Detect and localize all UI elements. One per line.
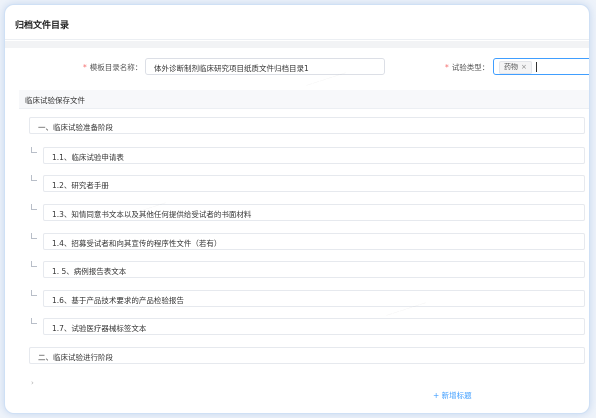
item-label: 1.6、基于产品技术要求的产品检验报告 <box>52 296 184 305</box>
divider-strip <box>5 41 589 48</box>
list-item[interactable]: 1.6、基于产品技术要求的产品检验报告 <box>43 290 585 307</box>
list-item[interactable]: 1.2、研究者手册 <box>43 175 585 192</box>
tree-connector-icon <box>31 175 37 181</box>
tree-connector-icon <box>31 233 37 239</box>
stage-label: 二、临床试验进行阶段 <box>38 353 113 362</box>
text-caret <box>536 62 537 72</box>
tree-connector-icon <box>31 261 37 267</box>
required-asterisk: * <box>83 63 87 72</box>
page-title: 归档文件目录 <box>15 21 70 31</box>
close-icon[interactable]: × <box>521 63 527 71</box>
item-label: 1.2、研究者手册 <box>52 181 109 190</box>
test-type-select[interactable]: 药物 × <box>493 58 589 75</box>
item-label: 1.4、招募受试者和向其宣传的程序性文件（若有） <box>52 239 222 248</box>
tree-connector-icon <box>31 147 37 153</box>
list-item[interactable]: 1.7、试验医疗器械标签文本 <box>43 318 585 335</box>
template-name-label: * 模板目录名称： <box>83 63 143 72</box>
add-title-link[interactable]: + 新增标题 <box>433 390 472 401</box>
stage-row-1[interactable]: 一、临床试验准备阶段 <box>29 117 585 134</box>
title-bar: 归档文件目录 <box>5 5 589 40</box>
list-item[interactable]: 1. 5、病例报告表文本 <box>43 261 585 278</box>
item-label: 1.3、知情同意书文本以及其他任何提供给受试者的书面材料 <box>52 210 252 219</box>
list-item[interactable]: 1.4、招募受试者和向其宣传的程序性文件（若有） <box>43 233 585 250</box>
item-label: 1. 5、病例报告表文本 <box>52 267 127 276</box>
list-item[interactable]: 1.1、临床试验申请表 <box>43 147 585 164</box>
test-type-label: * 试验类型： <box>445 63 490 72</box>
section-title: 临床试验保存文件 <box>25 96 85 105</box>
list-item[interactable]: 1.3、知情同意书文本以及其他任何提供给受试者的书面材料 <box>43 204 585 221</box>
stage-label: 一、临床试验准备阶段 <box>38 123 113 132</box>
expand-icon[interactable]: › <box>31 379 34 387</box>
item-label: 1.1、临床试验申请表 <box>52 153 124 162</box>
section-header: 临床试验保存文件 <box>19 90 589 109</box>
test-type-tag: 药物 × <box>499 61 532 74</box>
required-asterisk: * <box>445 63 449 72</box>
archive-directory-panel: 归档文件目录 * 模板目录名称： 体外诊断制剂临床研究项目纸质文件归档目录1 * 试… <box>4 4 590 414</box>
template-name-input[interactable]: 体外诊断制剂临床研究项目纸质文件归档目录1 <box>145 58 385 75</box>
stage-row-2[interactable]: 二、临床试验进行阶段 <box>29 347 585 364</box>
tree-connector-icon <box>31 204 37 210</box>
tree-connector-icon <box>31 318 37 324</box>
item-label: 1.7、试验医疗器械标签文本 <box>52 324 147 333</box>
form-row: * 模板目录名称： 体外诊断制剂临床研究项目纸质文件归档目录1 * 试验类型： 药物… <box>5 55 589 79</box>
template-name-value: 体外诊断制剂临床研究项目纸质文件归档目录1 <box>154 64 309 73</box>
tree-connector-icon <box>31 290 37 296</box>
